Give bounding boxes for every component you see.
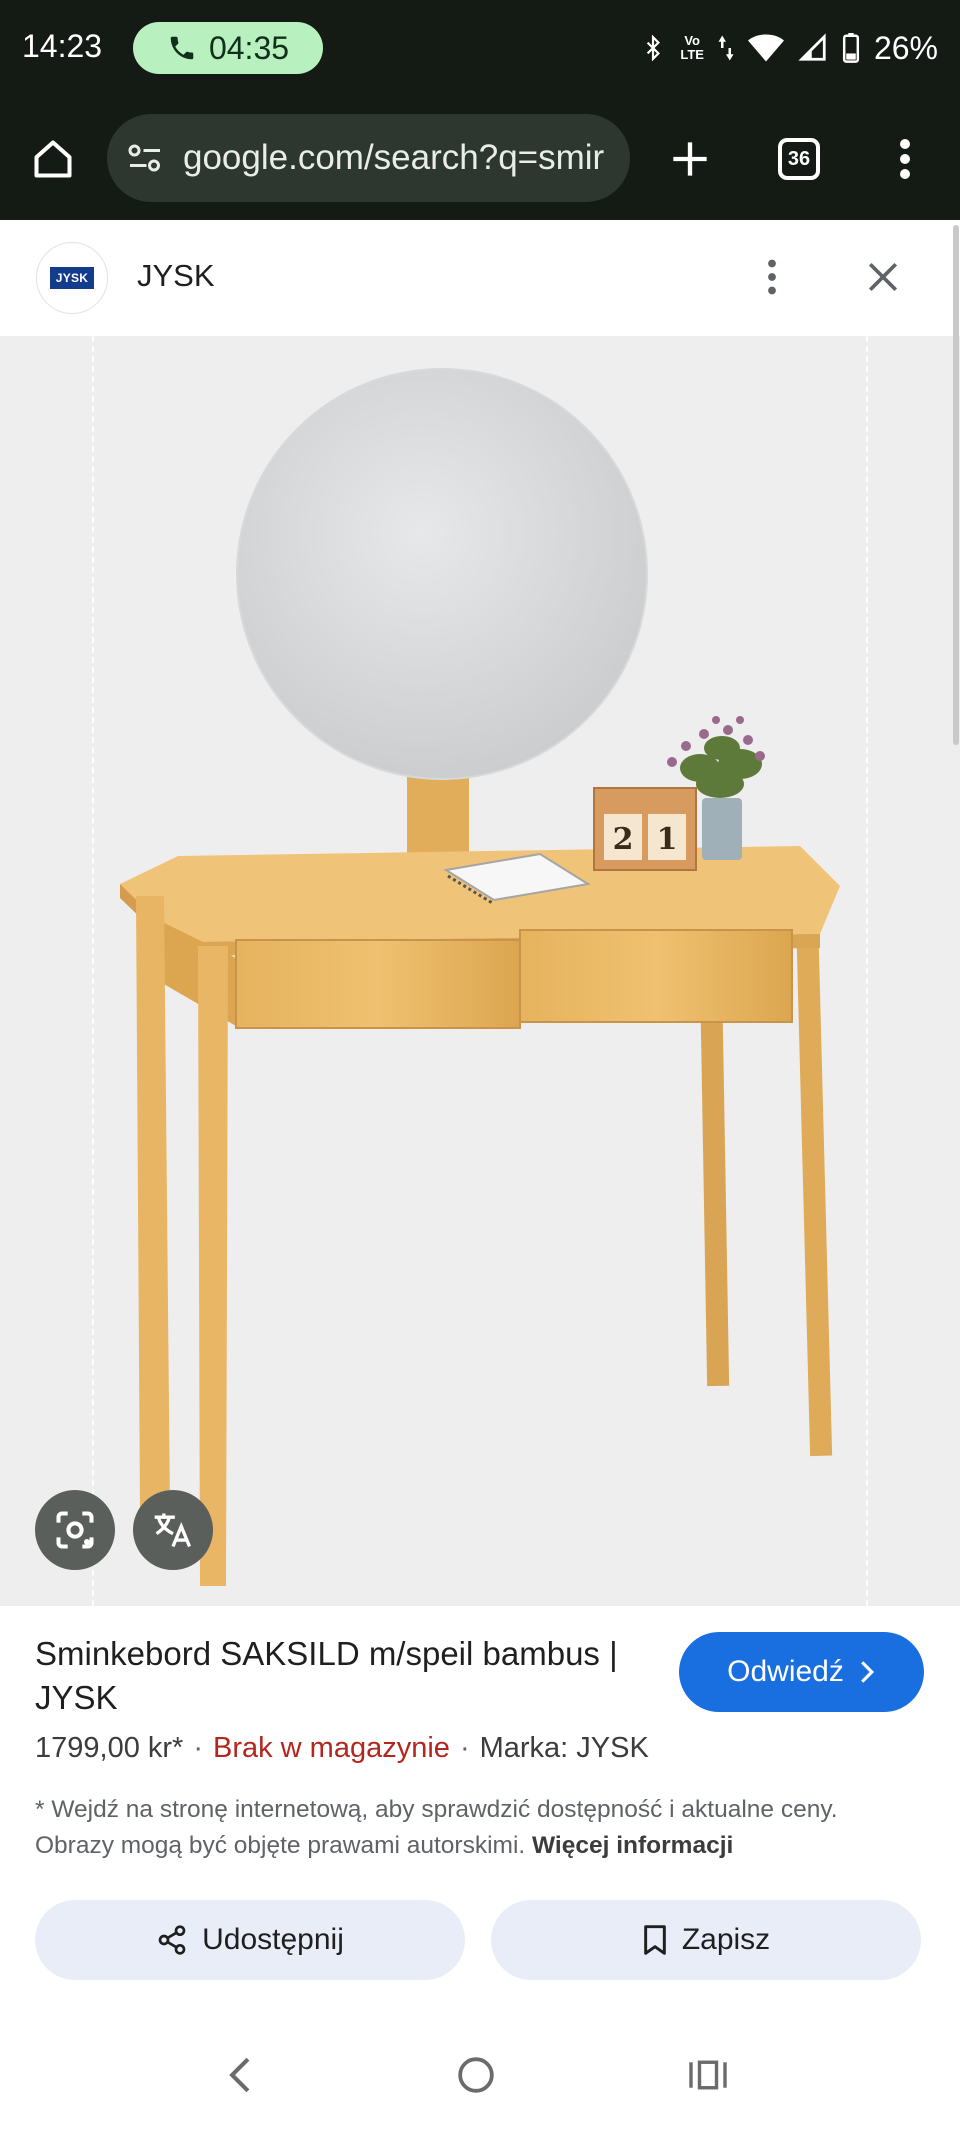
- new-tab-button[interactable]: [665, 134, 715, 184]
- tab-switcher-button[interactable]: 36: [778, 138, 820, 180]
- product-meta: 1799,00 kr* · Brak w magazynie · Marka: JYSK: [35, 1732, 649, 1765]
- cell-signal-icon: [798, 33, 826, 61]
- leg-front-center: [198, 946, 228, 1586]
- share-label: Udostępnij: [202, 1923, 344, 1956]
- home-circle-icon: [458, 2057, 494, 2093]
- separator: ·: [459, 1732, 470, 1764]
- address-bar[interactable]: google.com/search?q=smir: [107, 114, 630, 202]
- home-icon: [34, 140, 72, 178]
- product-image-viewer[interactable]: 2 1: [0, 336, 960, 1606]
- status-bar: 14:23 04:35 Vo LTE 26%: [0, 0, 960, 100]
- chevron-right-icon: [860, 1661, 874, 1683]
- wifi-icon: [747, 34, 784, 62]
- save-label: Zapisz: [681, 1923, 771, 1956]
- home-button[interactable]: [28, 134, 78, 184]
- separator: ·: [193, 1732, 203, 1764]
- drawer-left: [235, 939, 521, 1029]
- calendar-digit-2: 1: [657, 822, 678, 857]
- status-icons: Vo LTE 26%: [640, 24, 938, 72]
- url-text[interactable]: google.com/search?q=smir: [183, 138, 604, 178]
- price: 1799,00 kr*: [35, 1732, 184, 1764]
- google-lens-button[interactable]: [35, 1490, 115, 1570]
- phone-icon: [170, 36, 194, 60]
- more-vert-icon: [768, 259, 776, 295]
- nav-recents-button[interactable]: [686, 2053, 730, 2097]
- source-header: JYSK JYSK: [0, 220, 960, 336]
- visit-button[interactable]: Odwiedź: [679, 1632, 924, 1712]
- visit-button-label: Odwiedź: [727, 1655, 844, 1688]
- bluetooth-icon: [647, 34, 661, 62]
- brand: Marka: JYSK: [479, 1732, 649, 1764]
- back-icon: [229, 2057, 250, 2093]
- recents-icon: [689, 2060, 727, 2090]
- source-logo[interactable]: JYSK: [36, 242, 108, 314]
- product-photo: 2 1: [120, 368, 840, 1586]
- share-button[interactable]: Udostępnij: [35, 1900, 465, 1980]
- browser-menu-button[interactable]: [880, 134, 930, 184]
- close-button[interactable]: [858, 252, 908, 302]
- battery-level: 26%: [873, 29, 938, 66]
- plant-pot: [702, 798, 742, 860]
- volte-icon: Vo LTE: [680, 33, 704, 62]
- status-time: 14:23: [22, 28, 103, 64]
- translate-button[interactable]: [133, 1490, 213, 1570]
- product-title[interactable]: Sminkebord SAKSILD m/speil bambus | JYSK: [35, 1632, 635, 1720]
- close-icon: [868, 262, 898, 292]
- more-info-link[interactable]: Więcej informacji: [532, 1832, 733, 1859]
- bookmark-icon: [644, 1925, 666, 1955]
- more-vert-icon: [900, 139, 910, 179]
- stock-status: Brak w magazynie: [213, 1732, 450, 1764]
- drawer-right: [519, 929, 793, 1023]
- source-more-button[interactable]: [752, 252, 792, 302]
- translate-icon: [154, 1513, 192, 1548]
- data-arrows-icon: [718, 35, 734, 61]
- calendar-digit-1: 2: [613, 822, 634, 857]
- ongoing-call-chip[interactable]: 04:35: [133, 22, 323, 74]
- share-icon: [158, 1925, 186, 1955]
- system-navigation-bar: [0, 2033, 960, 2133]
- source-name[interactable]: JYSK: [137, 258, 215, 294]
- call-timer: 04:35: [208, 29, 290, 66]
- leg-front-left: [136, 896, 170, 1511]
- mirror: [236, 368, 648, 780]
- nav-home-button[interactable]: [454, 2053, 498, 2097]
- page-scrollbar[interactable]: [953, 225, 959, 745]
- nav-back-button[interactable]: [218, 2053, 262, 2097]
- plus-icon: [673, 142, 707, 176]
- disclaimer: * Wejdź na stronę internetową, aby spraw…: [35, 1792, 915, 1864]
- save-button[interactable]: Zapisz: [491, 1900, 921, 1980]
- site-info-icon[interactable]: [125, 138, 165, 178]
- jysk-logo: JYSK: [50, 267, 94, 289]
- browser-toolbar: google.com/search?q=smir 36: [0, 100, 960, 220]
- battery-icon: [842, 33, 859, 63]
- lens-icon: [56, 1511, 94, 1549]
